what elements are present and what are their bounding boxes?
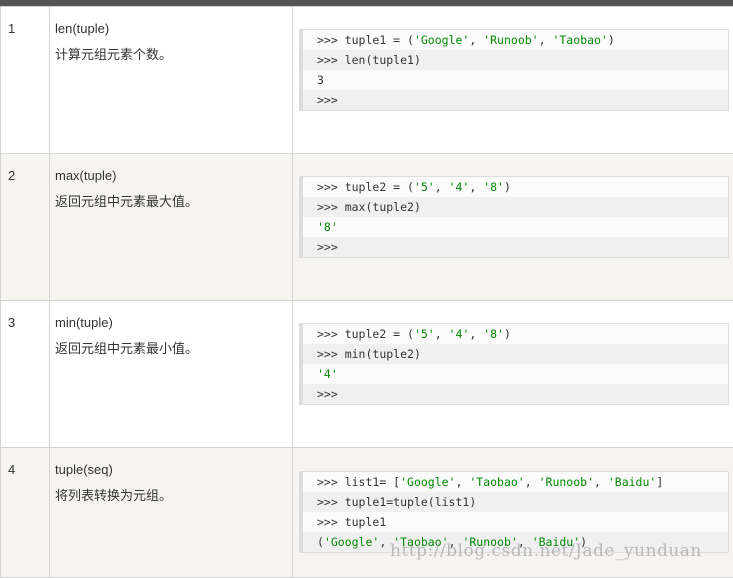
code-line: >>> tuple1=tuple(list1): [303, 492, 728, 512]
tuple-functions-table: 1 len(tuple) 计算元组元素个数。 >>> tuple1 = ('Go…: [0, 6, 733, 578]
prompt-text: >>>: [317, 180, 345, 194]
prompt-text: >>>: [317, 93, 338, 107]
function-name: min(tuple): [50, 301, 292, 331]
code-text: 3: [317, 73, 324, 87]
code-text: min(tuple2): [345, 347, 421, 361]
code-text: ,: [469, 180, 483, 194]
code-text: tuple1 = (: [345, 33, 414, 47]
prompt-text: >>>: [317, 327, 345, 341]
code-text: ]: [656, 475, 663, 489]
code-text: tuple1: [345, 515, 387, 529]
code-line: >>> tuple2 = ('5', '4', '8'): [303, 177, 728, 197]
function-name: tuple(seq): [50, 448, 292, 478]
string-literal: 'Google': [414, 33, 469, 47]
code-text: ,: [469, 33, 483, 47]
code-text: ): [608, 33, 615, 47]
string-literal: '4': [449, 327, 470, 341]
code-example: >>> tuple2 = ('5', '4', '8')>>> min(tupl…: [299, 323, 729, 405]
code-line: >>> list1= ['Google', 'Taobao', 'Runoob'…: [303, 472, 728, 492]
function-description: 计算元组元素个数。: [50, 37, 292, 63]
code-line: '4': [303, 364, 728, 384]
string-literal: '8': [317, 220, 338, 234]
row-number: 3: [1, 301, 49, 330]
code-example: >>> tuple1 = ('Google', 'Runoob', 'Taoba…: [299, 29, 729, 111]
prompt-text: >>>: [317, 53, 345, 67]
code-line: '8': [303, 217, 728, 237]
row-number: 1: [1, 7, 49, 36]
function-name: len(tuple): [50, 7, 292, 37]
function-description: 返回元组中元素最小值。: [50, 331, 292, 357]
string-literal: 'Runoob': [483, 33, 538, 47]
code-text: max(tuple2): [345, 200, 421, 214]
string-literal: 'Runoob': [539, 475, 594, 489]
string-literal: 'Baidu': [608, 475, 656, 489]
prompt-text: >>>: [317, 347, 345, 361]
code-line: >>> min(tuple2): [303, 344, 728, 364]
code-text: ,: [525, 475, 539, 489]
code-line: >>> tuple1: [303, 512, 728, 532]
prompt-text: >>>: [317, 515, 345, 529]
code-text: ,: [455, 475, 469, 489]
string-literal: '4': [449, 180, 470, 194]
code-text: ,: [435, 327, 449, 341]
code-text: tuple2 = (: [345, 327, 414, 341]
prompt-text: >>>: [317, 200, 345, 214]
code-text: tuple2 = (: [345, 180, 414, 194]
code-line: 3: [303, 70, 728, 90]
string-literal: 'Google': [400, 475, 455, 489]
code-text: list1= [: [345, 475, 400, 489]
row-number: 2: [1, 154, 49, 183]
table-row: 3 min(tuple) 返回元组中元素最小值。 >>> tuple2 = ('…: [1, 301, 733, 448]
function-name: max(tuple): [50, 154, 292, 184]
row-number: 4: [1, 448, 49, 477]
prompt-text: >>>: [317, 495, 345, 509]
string-literal: 'Taobao': [469, 475, 524, 489]
code-text: ): [504, 180, 511, 194]
string-literal: '4': [317, 367, 338, 381]
code-text: len(tuple1): [345, 53, 421, 67]
prompt-text: >>>: [317, 387, 338, 401]
code-line: >>> tuple2 = ('5', '4', '8'): [303, 324, 728, 344]
code-line: >>> len(tuple1): [303, 50, 728, 70]
code-line: >>> tuple1 = ('Google', 'Runoob', 'Taoba…: [303, 30, 728, 50]
watermark-text: http://blog.csdn.net/Jade_yunduan: [390, 541, 702, 561]
code-line: >>>: [303, 90, 728, 110]
code-example: >>> tuple2 = ('5', '4', '8')>>> max(tupl…: [299, 176, 729, 258]
code-text: ,: [435, 180, 449, 194]
code-text: ,: [469, 327, 483, 341]
function-description: 将列表转换为元组。: [50, 478, 292, 504]
string-literal: 'Taobao': [552, 33, 607, 47]
code-text: (: [317, 535, 324, 549]
code-text: ,: [539, 33, 553, 47]
string-literal: '8': [483, 180, 504, 194]
code-text: ,: [594, 475, 608, 489]
string-literal: '8': [483, 327, 504, 341]
code-text: tuple1=tuple(list1): [345, 495, 477, 509]
string-literal: '5': [414, 180, 435, 194]
code-text: ): [504, 327, 511, 341]
function-description: 返回元组中元素最大值。: [50, 184, 292, 210]
prompt-text: >>>: [317, 475, 345, 489]
code-line: >>>: [303, 237, 728, 257]
code-line: >>>: [303, 384, 728, 404]
table-row: 2 max(tuple) 返回元组中元素最大值。 >>> tuple2 = ('…: [1, 154, 733, 301]
code-line: >>> max(tuple2): [303, 197, 728, 217]
string-literal: 'Google': [324, 535, 379, 549]
prompt-text: >>>: [317, 33, 345, 47]
table-row: 1 len(tuple) 计算元组元素个数。 >>> tuple1 = ('Go…: [1, 7, 733, 154]
string-literal: '5': [414, 327, 435, 341]
prompt-text: >>>: [317, 240, 338, 254]
